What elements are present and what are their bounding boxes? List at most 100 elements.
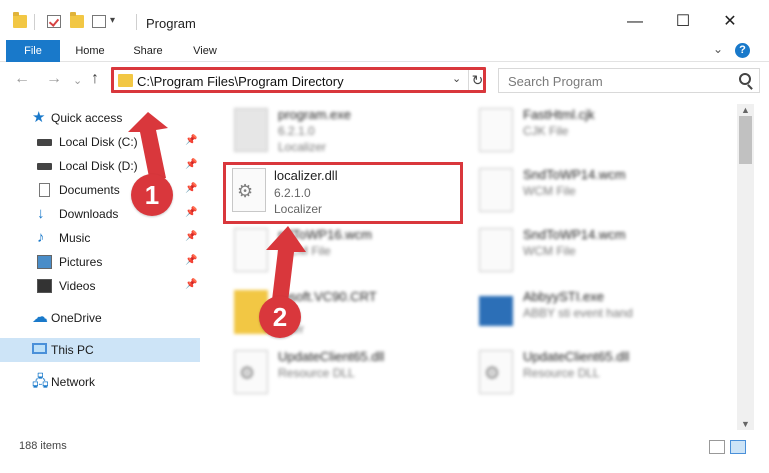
file-tile[interactable]: AbbyySTI.exe ABBY sti event hand	[454, 286, 704, 338]
documents-icon	[39, 183, 50, 197]
file-name: AbbyySTI.exe	[523, 289, 604, 304]
title-bar: ▾ Program — ☐ ✕	[0, 0, 769, 40]
tab-share[interactable]: Share	[126, 40, 170, 62]
cloud-icon: ☁	[32, 309, 48, 326]
file-detail: Resource DLL	[278, 366, 355, 380]
sidebar-item-label: OneDrive	[51, 311, 102, 325]
title-separator	[136, 14, 137, 30]
sidebar-item-quick-access[interactable]: ★ Quick access	[0, 106, 200, 130]
sidebar-item-label: Documents	[59, 183, 120, 197]
file-name: SndToWP14.wcm	[523, 227, 626, 242]
music-icon: ♪	[37, 229, 45, 246]
file-icon	[234, 228, 268, 272]
sidebar-item-label: Downloads	[59, 207, 119, 221]
tab-view[interactable]: View	[184, 40, 226, 62]
pin-icon: 📌	[185, 231, 198, 242]
window-title: Program	[146, 16, 196, 31]
file-detail: Localizer	[278, 140, 327, 154]
address-highlight-box	[111, 67, 486, 93]
file-name: FastHtml.cjk	[523, 107, 595, 122]
new-folder-icon[interactable]	[70, 12, 84, 28]
file-name: UpdateClient65.dll	[523, 349, 630, 364]
file-detail: ABBY sti event hand	[523, 306, 633, 320]
star-icon: ★	[32, 109, 46, 126]
disk-icon	[37, 163, 52, 170]
sidebar-item-local-disk-c[interactable]: Local Disk (C:) 📌	[0, 130, 200, 154]
file-detail: CJK File	[523, 124, 569, 138]
file-list: program.exe 6.2.1.0 Localizer ndToWP16.w…	[204, 104, 737, 430]
sidebar-item-label: Pictures	[59, 255, 103, 269]
item-count: 188 items	[19, 440, 67, 452]
file-tile[interactable]: SndToWP14.wcm WCM File	[454, 224, 704, 276]
file-detail: WCM File	[278, 244, 331, 258]
videos-icon	[37, 279, 52, 293]
sidebar-item-label: Local Disk (D:)	[59, 159, 138, 173]
downloads-icon: ↓	[37, 205, 45, 222]
folder-icon	[13, 12, 27, 28]
help-icon[interactable]: ?	[735, 43, 750, 58]
search-box[interactable]: Search Program	[498, 68, 760, 93]
file-name: ndToWP16.wcm	[278, 227, 372, 242]
dll-file-icon	[234, 350, 268, 394]
qa-dropdown-icon[interactable]: ▾	[110, 15, 115, 26]
file-tile[interactable]: rosoft.VC90.CRT e lacer	[209, 286, 459, 338]
minimize-button[interactable]: —	[612, 7, 658, 37]
search-input[interactable]: Search Program	[508, 74, 603, 89]
sidebar-item-network[interactable]: 🖧 Network	[0, 370, 200, 394]
file-highlight-box	[223, 162, 463, 224]
file-tile[interactable]: FastHtml.cjk CJK File	[454, 104, 704, 156]
close-button[interactable]: ✕	[707, 7, 753, 37]
tab-home[interactable]: Home	[68, 40, 112, 62]
tiles-view-icon[interactable]	[730, 440, 746, 454]
vertical-scrollbar[interactable]: ▲ ▼	[737, 104, 754, 430]
sidebar-item-local-disk-d[interactable]: Local Disk (D:) 📌	[0, 154, 200, 178]
status-bar: 188 items	[0, 437, 769, 457]
network-icon: 🖧	[32, 373, 49, 390]
forward-button[interactable]: →	[46, 70, 62, 88]
file-detail: WCM File	[523, 184, 576, 198]
application-icon	[479, 296, 513, 326]
file-tile[interactable]: UpdateClient65.dll Resource DLL	[209, 346, 459, 398]
file-tile[interactable]: program.exe 6.2.1.0 Localizer	[209, 104, 459, 156]
file-name: SndToWP14.wcm	[523, 167, 626, 182]
navigation-pane: ★ Quick access Local Disk (C:) 📌 Local D…	[0, 104, 200, 430]
pin-icon: 📌	[185, 255, 198, 266]
scroll-up-icon[interactable]: ▲	[737, 104, 754, 116]
file-tile[interactable]: ndToWP16.wcm WCM File	[209, 224, 459, 276]
sidebar-item-music[interactable]: ♪ Music 📌	[0, 226, 200, 250]
sidebar-item-onedrive[interactable]: ☁ OneDrive	[0, 306, 200, 330]
dll-file-icon	[479, 350, 513, 394]
sidebar-item-this-pc[interactable]: This PC	[0, 338, 200, 362]
up-button[interactable]: ↑	[91, 70, 99, 88]
scroll-down-icon[interactable]: ▼	[737, 418, 754, 430]
search-icon[interactable]	[739, 73, 751, 85]
pin-icon: 📌	[185, 279, 198, 290]
file-tile[interactable]: UpdateClient65.dll Resource DLL	[454, 346, 704, 398]
callout-badge-2: 2	[259, 296, 301, 338]
blurred-file-tiles: program.exe 6.2.1.0 Localizer ndToWP16.w…	[204, 104, 737, 430]
file-tile[interactable]: SndToWP14.wcm WCM File	[454, 164, 704, 216]
pictures-icon	[37, 255, 52, 269]
pin-icon: 📌	[185, 159, 198, 170]
ribbon-tabs: File Home Share View ⌄ ?	[0, 40, 769, 62]
sidebar-item-label: Network	[51, 375, 96, 389]
ribbon-collapse-icon[interactable]: ⌄	[713, 42, 723, 56]
qa-separator	[34, 14, 35, 30]
file-icon	[479, 228, 513, 272]
file-icon	[479, 108, 513, 152]
computer-icon	[32, 343, 47, 354]
scroll-thumb[interactable]	[739, 116, 752, 164]
properties-icon[interactable]	[47, 15, 61, 28]
tab-file[interactable]: File	[6, 40, 60, 62]
sidebar-item-pictures[interactable]: Pictures 📌	[0, 250, 200, 274]
pin-icon: 📌	[185, 183, 198, 194]
recent-locations-button[interactable]: ⌄	[73, 74, 82, 87]
sidebar-item-videos[interactable]: Videos 📌	[0, 274, 200, 298]
sidebar-item-label: Local Disk (C:)	[59, 135, 138, 149]
back-button[interactable]: ←	[14, 70, 30, 88]
customize-toolbar-icon[interactable]	[92, 15, 106, 28]
details-view-icon[interactable]	[709, 440, 725, 454]
file-detail: WCM File	[523, 244, 576, 258]
maximize-button[interactable]: ☐	[660, 7, 706, 37]
sidebar-item-label: Quick access	[51, 111, 123, 125]
